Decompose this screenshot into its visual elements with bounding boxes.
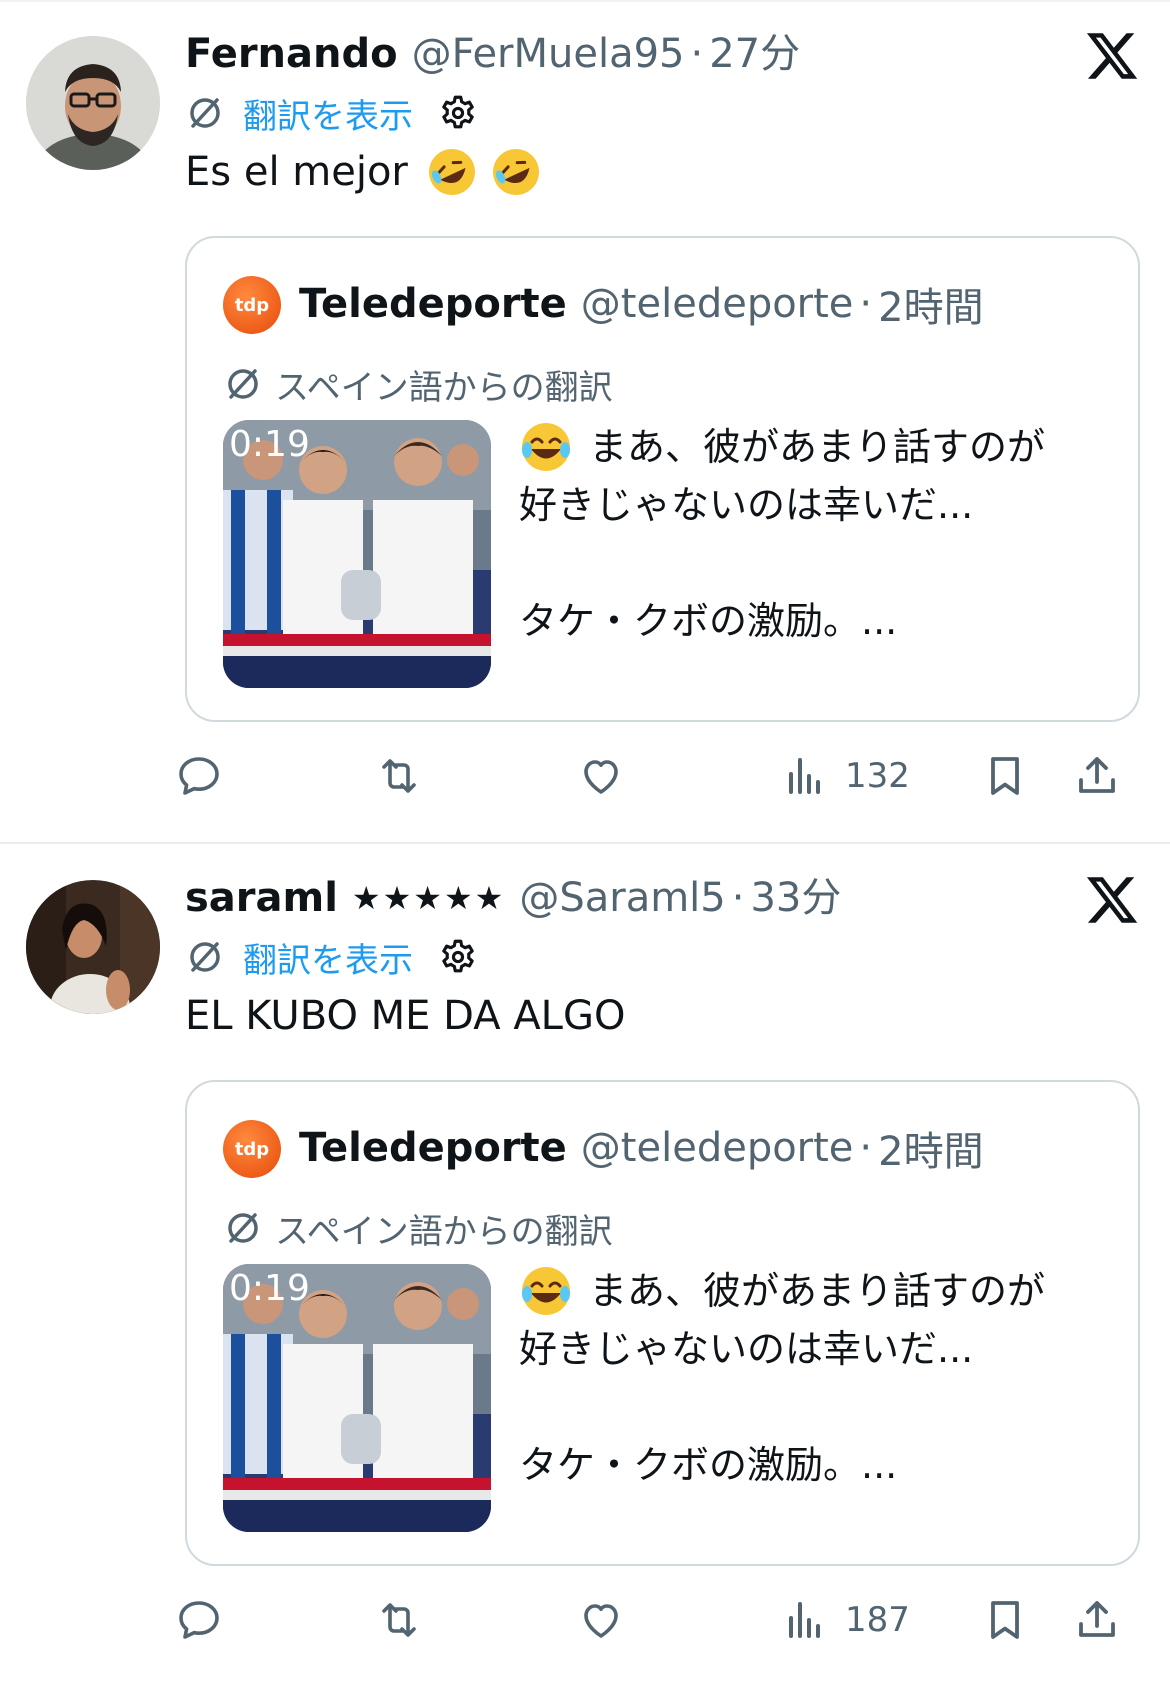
like-button[interactable]	[577, 1590, 625, 1650]
reply-icon	[179, 757, 219, 795]
action-bar: 132	[179, 746, 1145, 806]
quoted-header: Teledeporte @teledeporte · 2時間	[299, 274, 984, 334]
post-header: saraml ★★★★★ @Saraml5 · 33分	[185, 868, 841, 928]
post-text-content: EL KUBO ME DA ALGO	[185, 993, 626, 1039]
share-icon	[1079, 757, 1115, 793]
name-stars: ★★★★★	[351, 879, 506, 917]
translate-icon	[228, 1213, 258, 1243]
bookmark-button[interactable]	[981, 1590, 1029, 1650]
show-translation-link[interactable]: 翻訳を表示	[243, 933, 413, 982]
share-icon	[1079, 1601, 1115, 1637]
separator-dot: ·	[690, 31, 704, 77]
quoted-post[interactable]: tdp Teledeporte @teledeporte · 2時間 スペイン語…	[185, 1080, 1140, 1566]
video-duration: 0:19	[229, 424, 310, 465]
avatar[interactable]	[26, 36, 160, 170]
heart-icon	[584, 760, 618, 794]
timestamp[interactable]: 27分	[709, 24, 800, 84]
handle[interactable]: @Saraml5	[519, 868, 725, 928]
bookmark-icon	[991, 757, 1019, 795]
handle[interactable]: @FerMuela95	[412, 24, 685, 84]
translate-row: 翻訳を表示	[185, 932, 479, 982]
gear-icon[interactable]	[437, 936, 479, 978]
quoted-text-line-2: 好きじゃないのは幸いだ...	[519, 1327, 974, 1371]
quoted-text: まあ、彼があまり話すのが 好きじゃないのは幸いだ... タケ・クボの激励。...	[519, 1262, 1119, 1494]
tdp-avatar: tdp	[223, 1120, 281, 1178]
translate-icon	[228, 369, 258, 399]
views-count: 187	[845, 1600, 910, 1640]
post-text-content: Es el mejor	[185, 149, 408, 195]
face-with-tears-of-joy-emoji	[522, 1267, 570, 1315]
views-count: 132	[845, 756, 910, 796]
avatar[interactable]	[26, 880, 160, 1014]
repost-icon	[382, 1603, 416, 1637]
x-logo-icon[interactable]	[1084, 872, 1140, 928]
quoted-translation-label: スペイン語からの翻訳	[223, 360, 613, 408]
post-header: Fernando @FerMuela95 · 27分	[185, 24, 800, 84]
quoted-post[interactable]: tdp Teledeporte @teledeporte · 2時間 スペイン語…	[185, 236, 1140, 722]
views-button[interactable]: 132	[781, 746, 910, 806]
share-button[interactable]	[1073, 746, 1121, 806]
quoted-header: Teledeporte @teledeporte · 2時間	[299, 1118, 984, 1178]
separator-dot: ·	[859, 1125, 873, 1171]
action-bar: 187	[179, 1590, 1145, 1650]
quoted-text-line-2: 好きじゃないのは幸いだ...	[519, 483, 974, 527]
quoted-text-line-3: タケ・クボの激励。...	[519, 1443, 898, 1487]
quoted-handle: @teledeporte	[580, 281, 854, 327]
quoted-text-line-1: まあ、彼があまり話すのが	[589, 1269, 1046, 1313]
gear-icon[interactable]	[437, 92, 479, 134]
quoted-display-name: Teledeporte	[299, 1125, 567, 1171]
views-button[interactable]: 187	[781, 1590, 910, 1650]
repost-button[interactable]	[375, 746, 423, 806]
display-name[interactable]: saraml	[185, 868, 338, 928]
post-fernando[interactable]: Fernando @FerMuela95 · 27分 翻訳を表示 Es el m…	[0, 0, 1170, 842]
display-name[interactable]: Fernando	[185, 24, 398, 84]
reply-icon	[179, 1601, 219, 1639]
bookmark-icon	[991, 1601, 1019, 1639]
show-translation-link[interactable]: 翻訳を表示	[243, 89, 413, 138]
quoted-timestamp: 2時間	[878, 1129, 984, 1175]
tdp-avatar: tdp	[223, 276, 281, 334]
x-logo-icon[interactable]	[1084, 28, 1140, 84]
like-button[interactable]	[577, 746, 625, 806]
quoted-translation-label: スペイン語からの翻訳	[223, 1204, 613, 1252]
translate-icon	[190, 98, 220, 128]
rolling-on-floor-laughing-emoji	[428, 149, 475, 195]
reply-button[interactable]	[175, 1590, 223, 1650]
quoted-timestamp: 2時間	[878, 285, 984, 331]
quoted-display-name: Teledeporte	[299, 281, 567, 327]
bookmark-button[interactable]	[981, 746, 1029, 806]
heart-icon	[584, 1604, 618, 1638]
rolling-on-floor-laughing-emoji	[492, 149, 539, 195]
reply-button[interactable]	[175, 746, 223, 806]
views-icon	[789, 1602, 820, 1638]
repost-icon	[382, 759, 416, 793]
quoted-text-line-3: タケ・クボの激励。...	[519, 599, 898, 643]
face-with-tears-of-joy-emoji	[522, 423, 570, 471]
translated-from-label: スペイン語からの翻訳	[275, 1211, 613, 1252]
separator-dot: ·	[859, 281, 873, 327]
timestamp[interactable]: 33分	[750, 868, 841, 928]
translated-from-label: スペイン語からの翻訳	[275, 367, 613, 408]
quoted-text-line-1: まあ、彼があまり話すのが	[589, 425, 1046, 469]
post-text: EL KUBO ME DA ALGO	[185, 986, 625, 1046]
translate-row: 翻訳を表示	[185, 88, 479, 138]
translate-icon	[190, 942, 220, 972]
separator-dot: ·	[731, 875, 745, 921]
share-button[interactable]	[1073, 1590, 1121, 1650]
quoted-text: まあ、彼があまり話すのが 好きじゃないのは幸いだ... タケ・クボの激励。...	[519, 418, 1119, 650]
post-text: Es el mejor	[185, 142, 542, 202]
video-duration: 0:19	[229, 1268, 310, 1309]
post-saraml[interactable]: saraml ★★★★★ @Saraml5 · 33分 翻訳を表示 EL KUB…	[0, 844, 1170, 1686]
quoted-handle: @teledeporte	[580, 1125, 854, 1171]
repost-button[interactable]	[375, 1590, 423, 1650]
views-icon	[789, 758, 820, 794]
